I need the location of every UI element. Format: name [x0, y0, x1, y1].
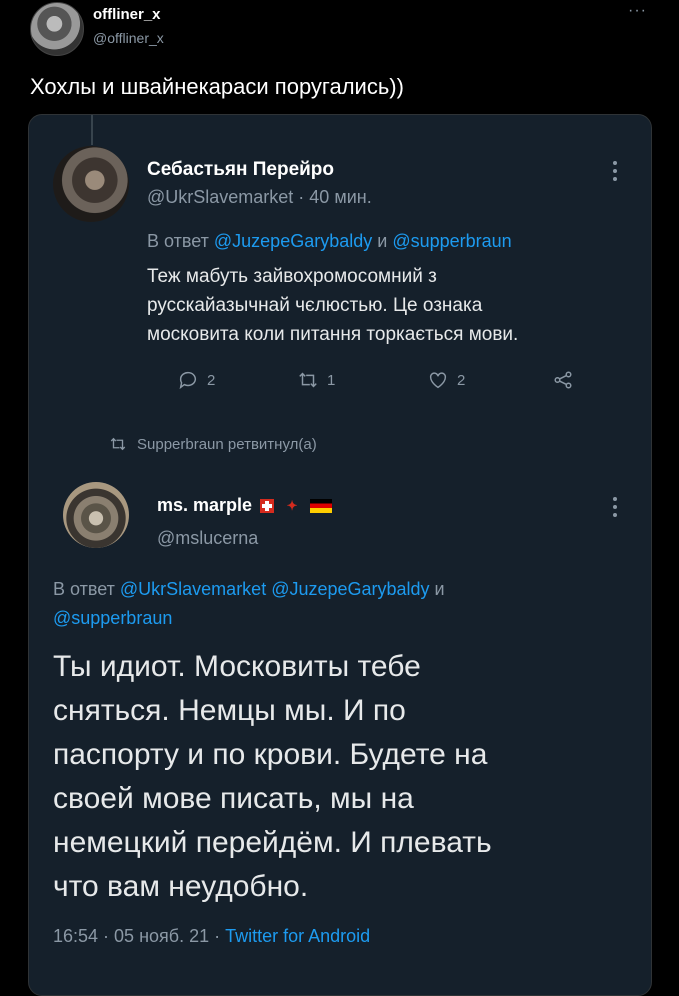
outer-tweet-header: offliner_x @offliner_x ···: [0, 0, 679, 60]
tweet-timestamp[interactable]: 16:54 · 05 нояб. 21 ·: [53, 926, 225, 946]
tweet-actions: 2 1 2: [147, 369, 617, 395]
reply-and: и: [372, 231, 393, 251]
avatar[interactable]: [63, 482, 129, 548]
reply-context: В ответ @JuzepeGarybaldy и @supperbraun: [147, 231, 512, 252]
avatar[interactable]: [30, 2, 84, 56]
avatar[interactable]: [53, 146, 129, 222]
reply-prefix: В ответ: [147, 231, 214, 251]
reply-icon: [179, 371, 197, 390]
retweet-count: 1: [327, 371, 336, 389]
mention-link[interactable]: @supperbraun: [53, 608, 172, 628]
share-button[interactable]: [552, 369, 574, 391]
embedded-screenshot-card: Себастьян Перейро @UkrSlavemarket · 40 м…: [28, 114, 652, 996]
tweet-body: Теж мабуть зайвохромосомний з русскайазы…: [147, 266, 519, 345]
retweet-note-text[interactable]: Supperbraun ретвитнул(а): [137, 436, 317, 453]
thread-line: [91, 115, 93, 145]
author-name[interactable]: offliner_x: [93, 6, 161, 23]
reply-and: и: [429, 579, 445, 599]
like-count: 2: [457, 371, 466, 389]
retweet-icon: [110, 437, 126, 451]
mention-link[interactable]: @JuzepeGarybaldy: [214, 231, 372, 251]
tweet-meta: 16:54 · 05 нояб. 21 · Twitter for Androi…: [53, 926, 370, 947]
author-name-row: ms. marple ✦: [157, 495, 333, 516]
more-icon[interactable]: ···: [628, 2, 647, 20]
mention-link[interactable]: @supperbraun: [392, 231, 511, 251]
reply-context: В ответ @UkrSlavemarket @JuzepeGarybaldy…: [53, 575, 613, 633]
like-icon: [429, 372, 447, 389]
more-icon[interactable]: [613, 161, 617, 185]
reply-prefix: В ответ: [53, 579, 120, 599]
more-icon[interactable]: [613, 497, 617, 521]
flag-canada-icon: ✦: [286, 497, 298, 513]
author-handle[interactable]: @offliner_x: [93, 30, 164, 46]
share-icon: [554, 371, 572, 389]
flag-switzerland-icon: [260, 498, 275, 513]
retweet-button[interactable]: 1: [297, 369, 335, 391]
author-handle[interactable]: @UkrSlavemarket · 40 мин.: [147, 187, 372, 208]
retweet-icon: [299, 372, 317, 388]
reply-button[interactable]: 2: [177, 369, 215, 391]
tweet-body: Ты идиот. Московиты тебе сняться. Немцы …: [53, 650, 492, 903]
flag-germany-icon: [310, 498, 333, 513]
reply-count: 2: [207, 371, 216, 389]
author-name[interactable]: ms. marple: [157, 495, 252, 516]
author-name[interactable]: Себастьян Перейро: [147, 159, 334, 181]
like-button[interactable]: 2: [427, 369, 465, 391]
retweet-note: Supperbraun ретвитнул(а): [109, 435, 317, 453]
tweet-text: Хохлы и швайнекараси поругались)): [30, 74, 404, 99]
mention-link[interactable]: @UkrSlavemarket @JuzepeGarybaldy: [120, 579, 430, 599]
tweet-source[interactable]: Twitter for Android: [225, 926, 370, 946]
author-handle[interactable]: @mslucerna: [157, 528, 258, 549]
